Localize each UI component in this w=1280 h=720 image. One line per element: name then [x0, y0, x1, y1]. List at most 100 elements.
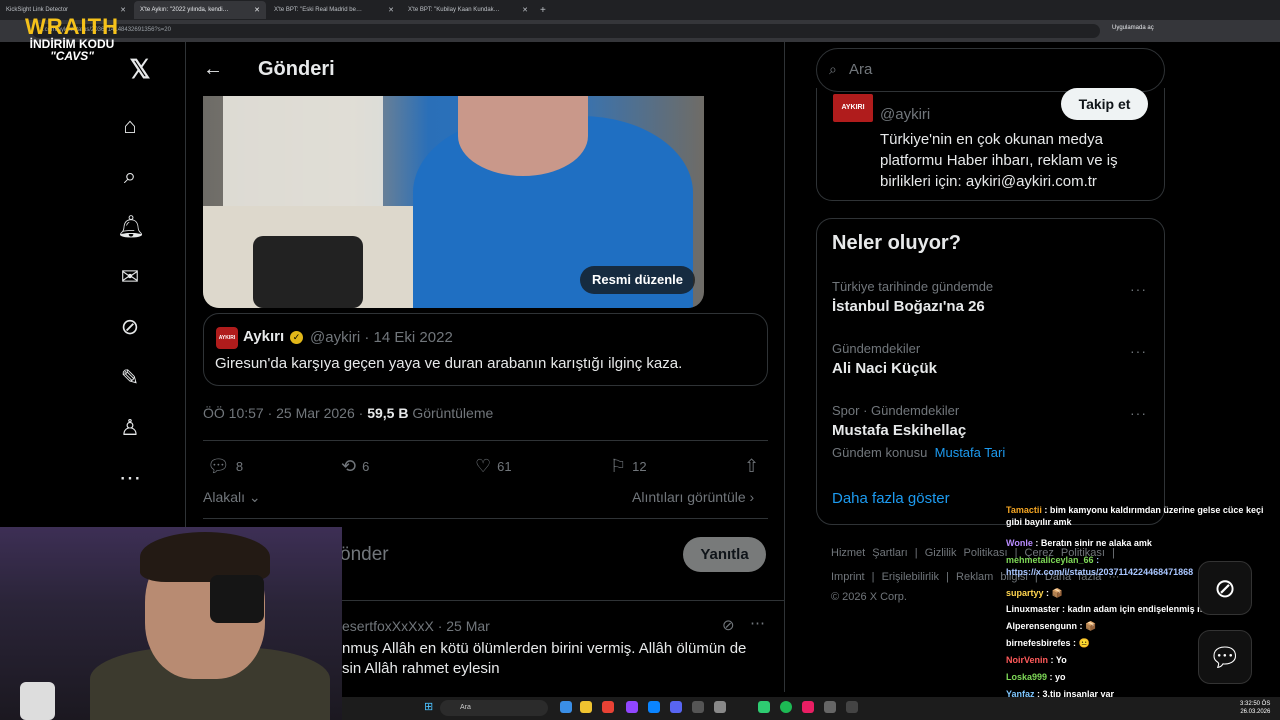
divider	[203, 518, 768, 519]
tab-label: KickSight Link Detector	[6, 7, 69, 13]
profile-handle[interactable]: @aykiri	[880, 106, 930, 123]
subtopic-label: Gündem konusu	[832, 445, 928, 460]
column-divider	[784, 42, 785, 692]
post-meta: ÖÖ 10:57 · 25 Mar 2026 · 59,5 B Görüntül…	[203, 405, 493, 421]
home-icon[interactable]: ⌂	[117, 113, 143, 139]
more-icon[interactable]: ⋯	[117, 465, 143, 491]
share-action[interactable]: ⇧	[744, 456, 759, 477]
related-label: Alakalı	[203, 489, 246, 505]
search-icon: ⌕	[829, 61, 837, 77]
view-quotes-link[interactable]: Alıntıları görüntüle ›	[632, 489, 754, 505]
search-input[interactable]: Ara	[816, 48, 1165, 92]
new-tab-icon[interactable]: +	[540, 5, 546, 16]
spotify-icon[interactable]	[780, 701, 792, 713]
page-title: Gönderi	[258, 58, 335, 80]
app-icon[interactable]	[824, 701, 836, 713]
app-icon[interactable]	[580, 701, 592, 713]
verified-badge-icon: ✓	[290, 331, 303, 344]
subtopic-link[interactable]: Mustafa Tari	[935, 445, 1006, 460]
edit-photo-button[interactable]: Resmi düzenle	[580, 266, 696, 294]
like-action[interactable]: ♡ 61	[475, 456, 512, 477]
close-icon[interactable]: ✕	[522, 6, 528, 14]
promo-code: "CAVS"	[50, 49, 94, 63]
close-icon[interactable]: ✕	[388, 6, 394, 14]
browser-tab[interactable]: X'te BPT: "Kubilay Kaan Kundak… ✕	[402, 1, 534, 19]
system-clock[interactable]: 3:32:50 ÖS 26.03.2026	[1240, 700, 1270, 716]
stream-promo-overlay: WRAITH İNDİRİM KODU "CAVS"	[20, 14, 124, 63]
browser-tab-active[interactable]: X'te Aykırı: "2022 yılında, kendi… ✕	[134, 1, 266, 19]
chat-text: : 📦	[1046, 588, 1063, 598]
back-arrow-icon[interactable]: ←	[203, 58, 223, 81]
trend-item[interactable]: Ali Naci Küçük	[832, 360, 937, 377]
address-bar[interactable]: x.com/aykiri/status/2036714148432691356?…	[32, 24, 1100, 38]
discord-icon[interactable]	[670, 701, 682, 713]
app-icon[interactable]	[560, 701, 572, 713]
more-icon[interactable]: ···	[1130, 281, 1147, 297]
related-dropdown[interactable]: Alakalı ⌄	[203, 489, 261, 506]
person-face	[458, 96, 588, 176]
close-icon[interactable]: ✕	[120, 6, 126, 14]
reply-button[interactable]: Yanıtla	[683, 537, 766, 572]
heart-icon: ♡	[475, 456, 492, 476]
chat-username: NoirVenin	[1006, 655, 1049, 665]
x-logo-icon[interactable]: 𝕏	[127, 56, 153, 82]
quote-author-name[interactable]: Aykırı	[243, 328, 284, 345]
quote-author-handle: @aykiri · 14 Eki 2022	[310, 329, 453, 346]
chevron-right-icon: ›	[745, 489, 755, 505]
app-icon[interactable]	[626, 701, 638, 713]
trend-category: Gündemdekiler	[832, 341, 921, 356]
more-icon[interactable]: ···	[1130, 405, 1147, 421]
quoted-post-card[interactable]	[203, 313, 768, 386]
reply-author[interactable]: esertfoxXxXxX · 25 Mar	[342, 618, 490, 634]
quote-text: Giresun'da karşıya geçen yaya ve duran a…	[215, 355, 683, 372]
app-icon[interactable]	[714, 701, 726, 713]
mail-icon[interactable]: ✉	[117, 264, 143, 290]
trend-subtopic: Gündem konusu Mustafa Tari	[832, 445, 1005, 460]
search-icon[interactable]: ⌕	[117, 163, 143, 189]
open-in-app-button[interactable]: Uygulamada aç	[1112, 25, 1154, 37]
post-timestamp[interactable]: ÖÖ 10:57 · 25 Mar 2026 ·	[203, 405, 363, 421]
reply-icon: 💬︎	[207, 456, 230, 476]
chevron-down-icon: ⌄	[245, 489, 261, 505]
app-icon[interactable]	[648, 701, 660, 713]
browser-tab-strip: KickSight Link Detector ✕ X'te Aykırı: "2…	[0, 0, 1280, 20]
app-icon[interactable]	[802, 701, 814, 713]
reply-input[interactable]: önder	[340, 544, 389, 566]
chat-bubble-icon[interactable]: 💬︎	[1198, 630, 1252, 684]
app-icon[interactable]	[692, 701, 704, 713]
show-more-link[interactable]: Daha fazla göster	[832, 490, 950, 507]
profile-icon[interactable]: ♙	[117, 415, 143, 441]
trends-title: Neler oluyor?	[832, 232, 961, 254]
chat-text: : bim kamyonu kaldırımdan üzerine gelse …	[1006, 505, 1264, 527]
chrome-icon[interactable]	[602, 701, 614, 713]
chat-username: Tamactii	[1006, 505, 1042, 515]
clock-time: 3:32:50 ÖS	[1240, 701, 1271, 707]
more-icon[interactable]: ···	[1130, 343, 1147, 359]
trend-item[interactable]: Mustafa Eskihellaç	[832, 422, 966, 439]
repost-action[interactable]: ⟲ 6	[341, 456, 369, 477]
browser-tab[interactable]: X'te BPT: "Eski Real Madrid be… ✕	[268, 1, 400, 19]
reply-action[interactable]: 💬︎ 8	[207, 456, 243, 477]
more-icon[interactable]: ⋯	[750, 614, 765, 632]
grok-icon[interactable]: ⊘	[117, 314, 143, 340]
trend-category: Türkiye tarihinde gündemde	[832, 279, 994, 294]
taskbar-search[interactable]: Ara	[440, 700, 548, 716]
follow-button[interactable]: Takip et	[1061, 88, 1148, 120]
app-icon[interactable]	[758, 701, 770, 713]
avatar[interactable]: AYKIRI	[216, 327, 238, 349]
compose-icon[interactable]: ✎	[117, 365, 143, 391]
trend-item[interactable]: İstanbul Boğazı'na 26	[832, 298, 985, 315]
grok-icon[interactable]: ⊘	[722, 616, 735, 634]
chat-username: Wonle	[1006, 538, 1033, 548]
bell-icon[interactable]: 🔔︎	[117, 214, 145, 240]
like-count: 61	[497, 459, 512, 474]
view-label: Görüntüleme	[412, 405, 494, 421]
bookmark-action[interactable]: ⚐ 12	[610, 456, 647, 477]
trend-category: Spor · Gündemdekiler	[832, 403, 960, 418]
windows-start-icon[interactable]: ⊞	[424, 700, 433, 713]
avatar[interactable]: AYKIRI	[833, 94, 873, 122]
close-icon[interactable]: ✕	[254, 6, 260, 14]
divider	[203, 440, 768, 441]
grok-icon[interactable]: ⊘	[1198, 561, 1252, 615]
app-icon[interactable]	[846, 701, 858, 713]
